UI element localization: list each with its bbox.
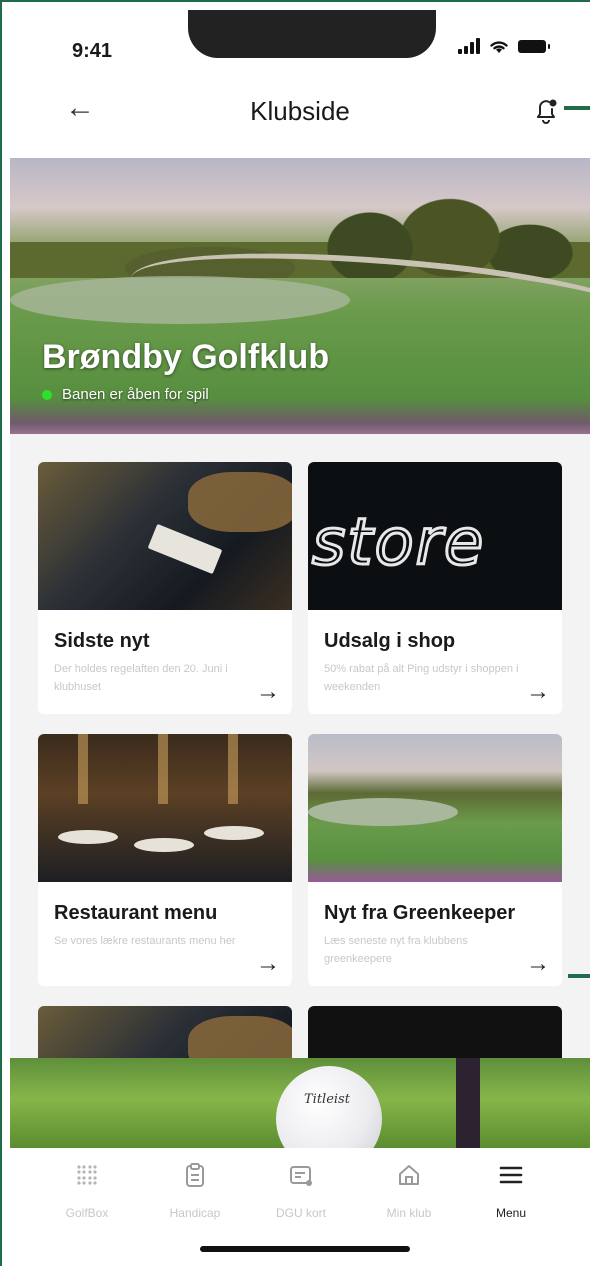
- arrow-right-icon[interactable]: →: [526, 680, 550, 704]
- course-status: Banen er åben for spil: [42, 386, 209, 403]
- arrow-right-icon[interactable]: →: [256, 952, 280, 976]
- device-notch: [188, 10, 436, 58]
- card-latest-news[interactable]: Sidste nyt Der holdes regelaften den 20.…: [38, 462, 292, 714]
- grid-icon: [77, 1165, 97, 1185]
- nav-label: Min klub: [386, 1206, 432, 1220]
- card-restaurant-menu[interactable]: Restaurant menu Se vores lækre restauran…: [38, 734, 292, 986]
- card-title: Restaurant menu: [54, 902, 218, 924]
- club-name: Brøndby Golfklub: [42, 338, 330, 376]
- restaurant-lamp: [78, 734, 88, 804]
- news-image-paper: [147, 523, 223, 575]
- nav-item-my-club[interactable]: Min klub: [364, 1162, 454, 1220]
- nav-label: GolfBox: [65, 1206, 109, 1220]
- restaurant-table: [134, 838, 194, 852]
- nav-item-dgu-card[interactable]: DGU kort: [256, 1162, 346, 1220]
- notification-button[interactable]: [528, 92, 564, 128]
- arrow-right-icon[interactable]: →: [526, 952, 550, 976]
- signal-icon: [458, 38, 480, 54]
- card-description: 50% rabat på alt Ping udstyr i shoppen i…: [324, 663, 519, 693]
- card-description: Der holdes regelaften den 20. Juni i klu…: [54, 663, 228, 693]
- nav-label: DGU kort: [275, 1206, 326, 1220]
- menu-icon: [499, 1166, 523, 1184]
- restaurant-image: [38, 734, 292, 882]
- card-greenkeeper-news[interactable]: Nyt fra Greenkeeper Læs seneste nyt fra …: [308, 734, 562, 986]
- arrow-right-icon[interactable]: →: [256, 680, 280, 704]
- nav-label: Handicap: [169, 1206, 221, 1220]
- news-image-knee: [188, 472, 292, 532]
- wifi-icon: [490, 41, 508, 53]
- card-partial[interactable]: [308, 1006, 562, 1058]
- nav-label: Menu: [495, 1206, 527, 1220]
- course-status-text: Banen er åben for spil: [62, 386, 209, 403]
- greenkeeper-image: [308, 734, 562, 882]
- flag-pole: [456, 1058, 480, 1148]
- greenkeeper-image-green: [308, 798, 458, 826]
- store-neon-sign: store: [310, 505, 486, 582]
- partial-card-image: [308, 1006, 562, 1058]
- clipboard-icon: [186, 1163, 204, 1187]
- nav-item-menu[interactable]: Menu: [466, 1162, 556, 1220]
- card-title: Sidste nyt: [54, 630, 150, 652]
- restaurant-lamp: [158, 734, 168, 804]
- golf-ball-brand: Titleist: [304, 1092, 350, 1107]
- edge-marker: [568, 974, 590, 978]
- partial-image-knee: [188, 1016, 292, 1058]
- status-bar: 9:41: [10, 10, 590, 86]
- card-title: Nyt fra Greenkeeper: [324, 902, 516, 924]
- card-partial[interactable]: [38, 1006, 292, 1058]
- nav-item-golfbox[interactable]: GolfBox: [42, 1162, 132, 1220]
- home-icon: [399, 1165, 419, 1185]
- status-time: 9:41: [72, 40, 113, 62]
- news-image: [38, 462, 292, 610]
- restaurant-table: [204, 826, 264, 840]
- status-dot-icon: [42, 389, 52, 400]
- page-title: Klubside: [250, 96, 350, 126]
- card-title: Udsalg i shop: [324, 630, 456, 652]
- card-icon: [290, 1166, 312, 1186]
- bell-icon: [537, 99, 557, 124]
- home-indicator[interactable]: [200, 1246, 410, 1252]
- nav-item-handicap[interactable]: Handicap: [150, 1162, 240, 1220]
- edge-marker: [564, 106, 590, 110]
- card-description: Se vores lækre restaurants menu her: [54, 935, 236, 947]
- store-image: store: [308, 462, 562, 610]
- restaurant-lamp: [228, 734, 238, 804]
- card-shop-sale[interactable]: store Udsalg i shop 50% rabat på alt Pin…: [308, 462, 562, 714]
- top-header: ← Klubside: [10, 78, 590, 140]
- golf-ball-image: [276, 1066, 382, 1148]
- club-hero-image: Brøndby Golfklub Banen er åben for spil: [10, 158, 590, 434]
- hero-flowers: [10, 398, 590, 434]
- greenkeeper-image-flowers: [308, 860, 562, 882]
- partial-card-image: [38, 1006, 292, 1058]
- battery-icon: [518, 39, 550, 53]
- status-icons: [458, 38, 550, 54]
- restaurant-table: [58, 830, 118, 844]
- club-cards-grid: Sidste nyt Der holdes regelaften den 20.…: [10, 434, 590, 1058]
- card-description: Læs seneste nyt fra klubbens greenkeeper…: [324, 935, 468, 965]
- golf-ball-banner: Titleist: [10, 1058, 590, 1148]
